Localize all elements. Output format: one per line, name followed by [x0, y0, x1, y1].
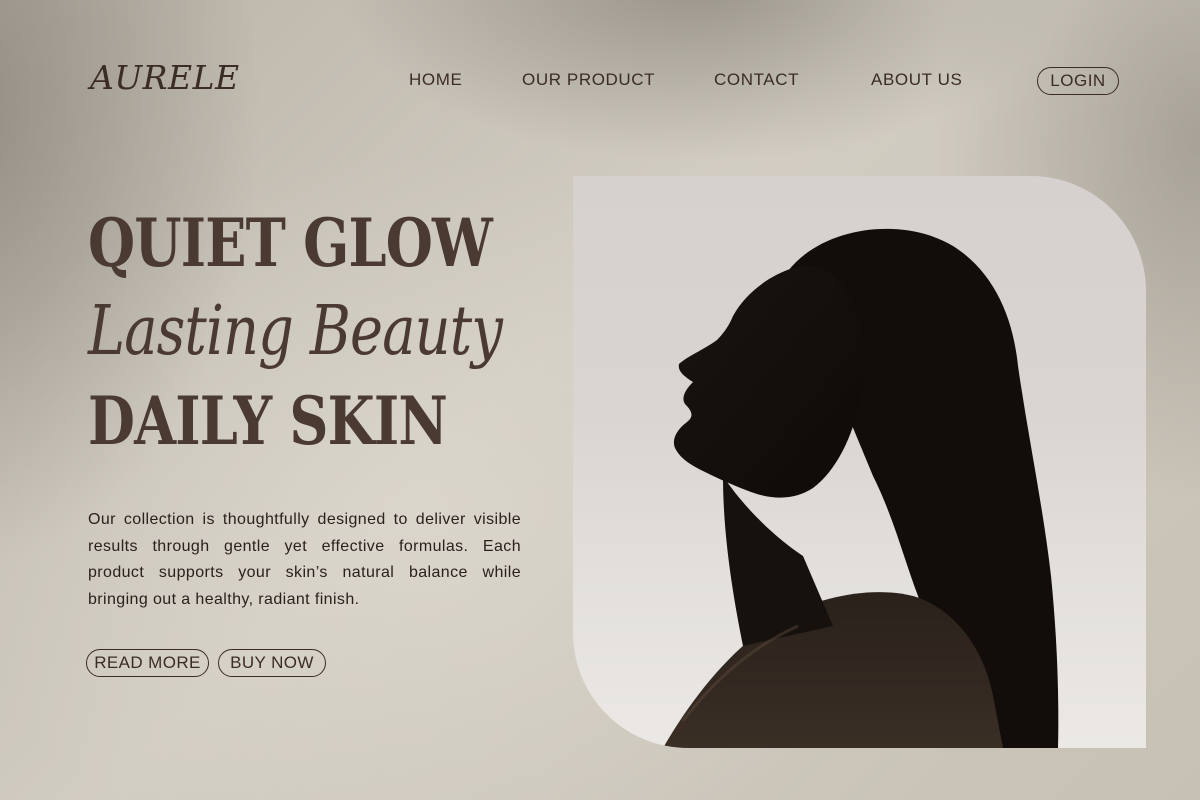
brand-logo[interactable]: AURELE	[90, 58, 240, 97]
nav-contact[interactable]: CONTACT	[714, 70, 799, 90]
hero-heading-line-3: DAILY SKIN	[88, 382, 448, 460]
nav-about-us[interactable]: ABOUT US	[871, 70, 962, 90]
hero-photo	[573, 176, 1146, 748]
hero-heading-line-2: Lasting Beauty	[88, 292, 503, 371]
hero-heading-line-1: QUIET GLOW	[88, 204, 493, 282]
read-more-button[interactable]: READ MORE	[86, 649, 209, 677]
nav-our-product[interactable]: OUR PRODUCT	[522, 70, 655, 90]
woman-silhouette-image	[663, 228, 1059, 748]
hero-description: Our collection is thoughtfully designed …	[88, 511, 521, 608]
buy-now-button[interactable]: BUY NOW	[218, 649, 326, 677]
nav-home[interactable]: HOME	[409, 70, 462, 90]
login-button[interactable]: LOGIN	[1037, 67, 1119, 95]
